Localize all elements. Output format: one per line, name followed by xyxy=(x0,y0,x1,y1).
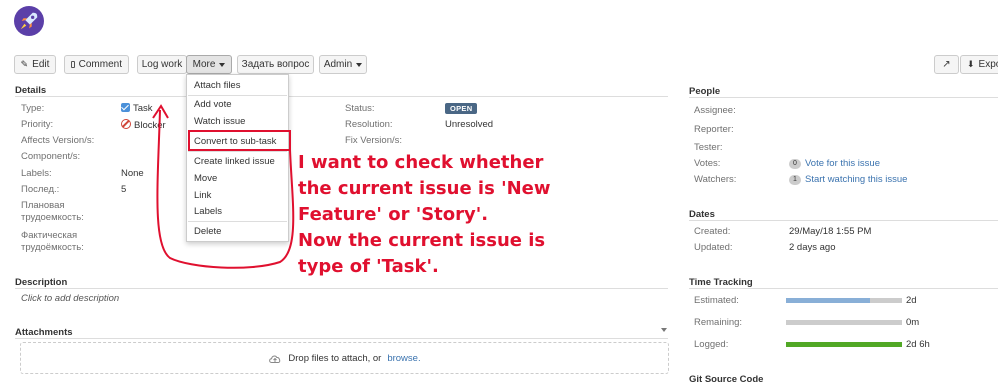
divider xyxy=(689,220,998,221)
labels-label: Labels: xyxy=(21,168,52,179)
share-icon: ↗ xyxy=(942,59,951,70)
created-value: 29/May/18 1:55 PM xyxy=(789,226,872,237)
browse-link[interactable]: browse. xyxy=(387,353,420,364)
blocker-icon xyxy=(121,119,131,129)
labels-value[interactable]: None xyxy=(121,168,144,180)
comment-icon xyxy=(71,61,75,68)
planned-effort-label-line1: Плановая xyxy=(21,200,65,211)
pencil-icon: ✎ xyxy=(20,59,29,69)
resolution-label: Resolution: xyxy=(345,119,393,130)
people-heading: People xyxy=(689,86,721,97)
logged-label: Logged: xyxy=(694,339,729,350)
last-value[interactable]: 5 xyxy=(121,184,126,196)
estimated-label: Estimated: xyxy=(694,295,739,306)
status-badge[interactable]: OPEN xyxy=(445,103,478,114)
logged-value: 2d 6h xyxy=(906,339,930,350)
logged-bar xyxy=(786,342,902,347)
chevron-down-icon xyxy=(356,62,363,67)
dates-heading: Dates xyxy=(689,209,715,220)
logged-bar-fill xyxy=(786,342,902,347)
votes-count-badge: 0 xyxy=(789,159,801,169)
divider xyxy=(689,288,998,289)
updated-value: 2 days ago xyxy=(789,242,836,253)
cloud-upload-icon xyxy=(269,355,281,363)
comment-button[interactable]: Comment xyxy=(64,55,129,74)
status-label: Status: xyxy=(345,103,375,114)
vote-link[interactable]: Vote for this issue xyxy=(805,158,880,169)
more-button[interactable]: More xyxy=(186,55,232,74)
annotation-text: I want to check whether the current issu… xyxy=(298,152,551,277)
estimated-bar xyxy=(786,298,902,303)
highlight-box xyxy=(188,130,291,151)
assignee-label: Assignee: xyxy=(694,105,736,116)
estimated-value: 2d xyxy=(906,295,917,306)
menu-item-create-linked-issue[interactable]: Create linked issue xyxy=(194,156,275,167)
affects-version-label: Affects Version/s: xyxy=(21,135,95,146)
divider xyxy=(15,288,668,289)
attachments-options-icon[interactable] xyxy=(661,328,667,332)
planned-effort-label-line2: трудоемкость: xyxy=(21,212,84,223)
actual-effort-label-line1: Фактическая xyxy=(21,230,78,241)
attachments-heading: Attachments xyxy=(15,327,73,338)
divider xyxy=(689,97,998,98)
task-type-icon xyxy=(121,103,130,112)
attachment-dropzone[interactable]: Drop files to attach, or browse. xyxy=(20,342,669,374)
menu-divider xyxy=(188,221,287,222)
fix-version-label: Fix Version/s: xyxy=(345,135,403,146)
issue-toolbar: ✎ Edit Comment Log work More Задать вопр… xyxy=(14,55,998,74)
rocket-icon xyxy=(20,12,38,30)
menu-item-add-vote[interactable]: Add vote xyxy=(194,99,232,110)
description-field[interactable]: Click to add description xyxy=(21,293,119,305)
last-label: Послед.: xyxy=(21,184,60,195)
menu-item-watch-issue[interactable]: Watch issue xyxy=(194,116,245,127)
description-heading: Description xyxy=(15,277,68,288)
watch-link[interactable]: Start watching this issue xyxy=(805,174,907,185)
watchers-count-badge: 1 xyxy=(789,175,801,185)
component-label: Component/s: xyxy=(21,151,81,162)
updated-label: Updated: xyxy=(694,242,733,253)
actual-effort-label-line2: трудоёмкость: xyxy=(21,242,84,253)
type-label: Type: xyxy=(21,103,45,114)
estimated-bar-fill xyxy=(786,298,870,303)
ask-question-button[interactable]: Задать вопрос xyxy=(237,55,314,74)
time-tracking-heading: Time Tracking xyxy=(689,277,753,288)
remaining-bar xyxy=(786,320,902,325)
remaining-value: 0m xyxy=(906,317,920,328)
menu-divider xyxy=(188,95,287,96)
divider xyxy=(15,338,668,339)
chevron-down-icon xyxy=(219,62,226,67)
admin-button[interactable]: Admin xyxy=(319,55,367,74)
priority-value[interactable]: Blocker xyxy=(121,119,166,132)
export-button[interactable]: ⬇ Expo xyxy=(960,55,998,74)
menu-item-delete[interactable]: Delete xyxy=(194,226,221,237)
watchers-label: Watchers: xyxy=(694,174,737,185)
more-dropdown-menu: Attach files Add vote Watch issue Conver… xyxy=(186,74,289,242)
git-source-code-heading: Git Source Code xyxy=(689,374,764,385)
created-label: Created: xyxy=(694,226,731,237)
watchers-value: 1 Start watching this issue xyxy=(789,174,907,186)
share-button[interactable]: ↗ xyxy=(934,55,959,74)
type-value[interactable]: Task xyxy=(121,103,153,115)
votes-label: Votes: xyxy=(694,158,721,169)
remaining-label: Remaining: xyxy=(694,317,743,328)
project-avatar[interactable] xyxy=(14,6,44,36)
reporter-label: Reporter: xyxy=(694,124,734,135)
priority-label: Priority: xyxy=(21,119,54,130)
log-work-button[interactable]: Log work xyxy=(137,55,187,74)
menu-item-move[interactable]: Move xyxy=(194,173,217,184)
menu-divider xyxy=(188,151,287,152)
votes-value: 0 Vote for this issue xyxy=(789,158,880,170)
resolution-value: Unresolved xyxy=(445,119,494,130)
details-heading: Details xyxy=(15,85,47,96)
menu-item-attach-files[interactable]: Attach files xyxy=(194,80,240,91)
edit-button[interactable]: ✎ Edit xyxy=(14,55,56,74)
menu-item-labels[interactable]: Labels xyxy=(194,206,222,217)
divider xyxy=(15,96,668,97)
tester-label: Tester: xyxy=(694,142,723,153)
menu-item-link[interactable]: Link xyxy=(194,190,211,201)
download-icon: ⬇ xyxy=(967,59,975,69)
